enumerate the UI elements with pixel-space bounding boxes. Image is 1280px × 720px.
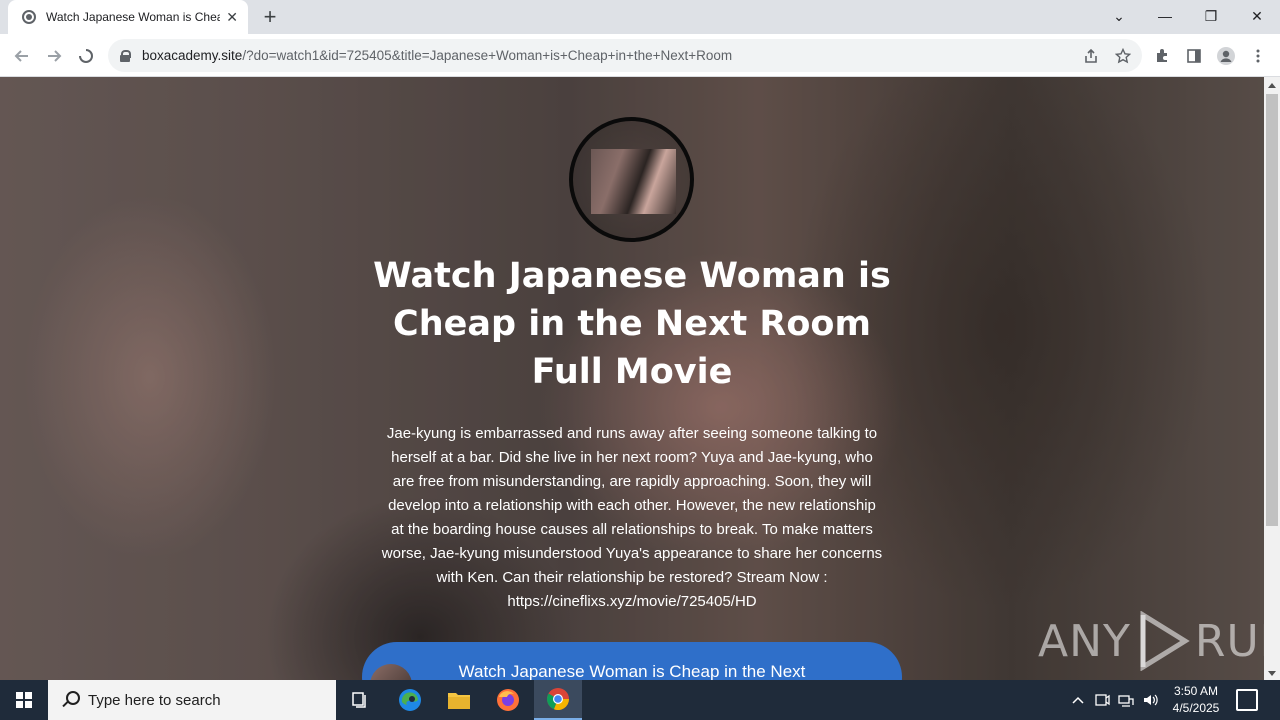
- new-tab-button[interactable]: +: [258, 5, 282, 29]
- kebab-menu-icon: [1256, 49, 1260, 63]
- meet-now-icon[interactable]: [1092, 690, 1112, 710]
- watermark-text-left: ANY: [1038, 615, 1131, 667]
- taskbar-edge-button[interactable]: [386, 680, 434, 720]
- taskbar-clock[interactable]: 3:50 AM 4/5/2025: [1166, 683, 1226, 717]
- tab-title: Watch Japanese Woman is Cheap in the Nex…: [46, 10, 221, 24]
- restore-button[interactable]: ❐: [1188, 0, 1234, 32]
- address-bar[interactable]: boxacademy.site/?do=watch1&id=725405&tit…: [108, 39, 1142, 72]
- profile-button[interactable]: [1212, 42, 1240, 70]
- url-text: boxacademy.site/?do=watch1&id=725405&tit…: [142, 48, 732, 63]
- search-icon: [60, 690, 80, 710]
- scroll-up-arrow-icon[interactable]: [1268, 83, 1276, 88]
- browser-tab[interactable]: Watch Japanese Woman is Cheap in the Nex…: [8, 0, 248, 34]
- poster-thumbnail: [591, 149, 676, 214]
- share-icon[interactable]: [1080, 45, 1102, 67]
- anyrun-watermark: ANY RUN: [1038, 609, 1264, 673]
- forward-button[interactable]: [40, 42, 68, 70]
- clock-date: 4/5/2025: [1172, 701, 1220, 715]
- tab-search-button[interactable]: ⌄: [1096, 0, 1142, 32]
- chrome-menu-button[interactable]: [1244, 42, 1272, 70]
- taskbar-search-placeholder: Type here to search: [88, 691, 221, 709]
- tab-strip: Watch Japanese Woman is Cheap in the Nex…: [0, 0, 1280, 34]
- start-button[interactable]: [0, 680, 48, 720]
- watch-movie-button[interactable]: Watch Japanese Woman is Cheap in the Nex…: [362, 642, 902, 680]
- loading-spinner-icon: [79, 49, 93, 63]
- movie-description: Jae-kyung is embarrassed and runs away a…: [381, 425, 883, 610]
- page-title: Watch Japanese Woman is Cheap in the Nex…: [373, 256, 891, 392]
- taskbar-firefox-button[interactable]: [484, 680, 532, 720]
- network-icon[interactable]: [1116, 690, 1136, 710]
- site-favicon-icon: [22, 10, 36, 24]
- back-button[interactable]: [8, 42, 36, 70]
- show-hidden-icons-chevron-icon[interactable]: [1068, 690, 1088, 710]
- windows-taskbar: Type here to search 3:50 AM 4/5/2025: [0, 680, 1280, 720]
- tab-close-icon[interactable]: ✕: [226, 8, 238, 26]
- scroll-down-arrow-icon[interactable]: [1268, 671, 1276, 676]
- minimize-button[interactable]: —: [1142, 0, 1188, 32]
- volume-icon[interactable]: [1140, 690, 1160, 710]
- profile-avatar-icon: [1217, 47, 1235, 65]
- browser-toolbar: boxacademy.site/?do=watch1&id=725405&tit…: [0, 34, 1280, 77]
- side-panel-icon: [1187, 49, 1201, 63]
- close-window-button[interactable]: ✕: [1234, 0, 1280, 32]
- url-domain: boxacademy.site: [142, 48, 243, 63]
- chrome-icon: [546, 688, 570, 711]
- firefox-icon: [497, 689, 519, 711]
- forward-arrow-icon: [48, 50, 62, 62]
- taskbar-chrome-button[interactable]: [534, 680, 582, 720]
- edge-browser-icon: [399, 689, 421, 711]
- taskbar-search-box[interactable]: Type here to search: [48, 680, 336, 720]
- task-view-icon: [352, 692, 366, 708]
- stop-loading-button[interactable]: [72, 42, 100, 70]
- extensions-button[interactable]: [1148, 42, 1176, 70]
- url-path: /?do=watch1&id=725405&title=Japanese+Wom…: [242, 48, 733, 63]
- puzzle-icon: [1157, 49, 1167, 62]
- movie-poster-avatar: [569, 117, 694, 242]
- watch-button-label: Watch Japanese Woman is Cheap in the Nex…: [458, 662, 806, 680]
- folder-icon: [448, 693, 470, 709]
- side-panel-button[interactable]: [1180, 42, 1208, 70]
- taskbar-file-explorer-button[interactable]: [435, 680, 483, 720]
- scrollbar-thumb[interactable]: [1266, 94, 1278, 526]
- play-logo-icon: [1140, 611, 1190, 671]
- clock-time: 3:50 AM: [1173, 684, 1219, 698]
- page-viewport: Watch Japanese Woman is Cheap in the Nex…: [0, 77, 1264, 680]
- back-arrow-icon: [14, 50, 28, 62]
- page-scrollbar[interactable]: [1264, 77, 1280, 680]
- notification-center-icon[interactable]: [1236, 689, 1258, 711]
- lock-icon[interactable]: [120, 49, 131, 62]
- windows-logo-icon: [16, 692, 32, 708]
- task-view-button[interactable]: [336, 680, 384, 720]
- bookmark-star-icon[interactable]: [1112, 45, 1134, 67]
- watermark-text-right: RUN: [1194, 615, 1264, 667]
